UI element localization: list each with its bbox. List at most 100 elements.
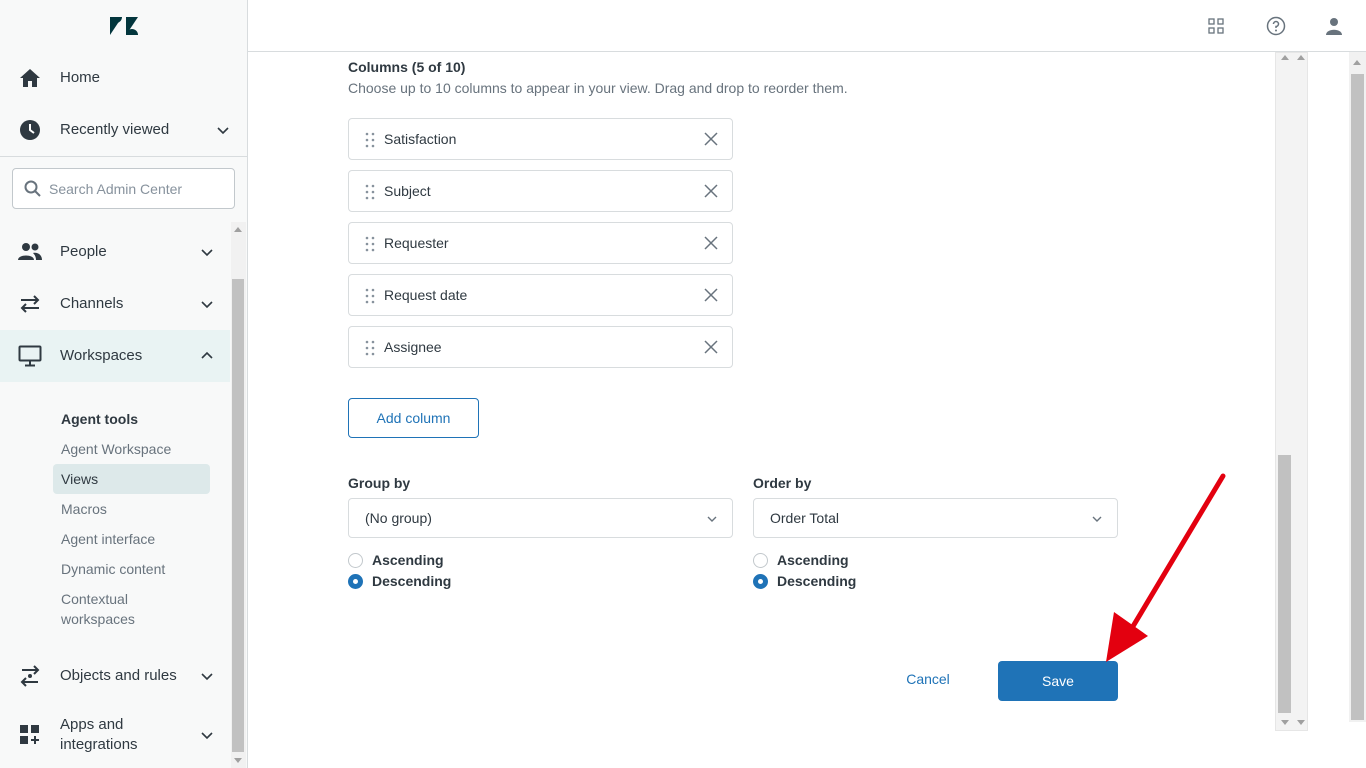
channels-icon — [18, 292, 42, 316]
sub-item-contextual-workspaces[interactable]: Contextual workspaces — [53, 589, 173, 629]
radio-label: Ascending — [372, 552, 444, 568]
scroll-down-arrow[interactable] — [1281, 720, 1289, 725]
sidebar-scroll-thumb[interactable] — [232, 279, 244, 752]
content-scrollbar[interactable] — [1275, 52, 1308, 731]
column-row[interactable]: Subject — [348, 170, 733, 212]
chevron-down-icon — [217, 127, 229, 135]
monitor-icon — [18, 344, 42, 368]
top-bar — [248, 0, 1366, 52]
nav-workspaces-label: Workspaces — [60, 347, 143, 364]
column-label: Requester — [384, 235, 449, 251]
scroll-up-arrow[interactable] — [234, 227, 242, 232]
drag-handle-icon[interactable] — [365, 235, 375, 253]
nav-recently-viewed-label: Recently viewed — [60, 121, 170, 138]
column-label: Subject — [384, 183, 431, 199]
scroll-down-arrow[interactable] — [1297, 720, 1305, 725]
radio-label: Ascending — [777, 552, 849, 568]
remove-column-icon[interactable] — [702, 234, 720, 252]
radio-circle[interactable] — [348, 573, 363, 589]
search-icon — [24, 180, 41, 197]
agent-tools-heading: Agent tools — [61, 411, 138, 427]
group-by-label: Group by — [348, 475, 411, 491]
sidebar: Home Recently viewed People Channels Wor… — [0, 0, 248, 768]
column-row[interactable]: Assignee — [348, 326, 733, 368]
sub-item-macros[interactable]: Macros — [53, 499, 210, 519]
nav-objects-and-rules[interactable]: Objects and rules — [0, 650, 230, 702]
content-scroll-thumb[interactable] — [1278, 455, 1291, 713]
view-editor-main: Columns (5 of 10) Choose up to 10 column… — [248, 52, 1274, 768]
nav-home-label: Home — [60, 69, 101, 86]
remove-column-icon[interactable] — [702, 286, 720, 304]
chevron-up-icon — [201, 351, 213, 359]
radio-label: Descending — [372, 573, 452, 589]
chevron-down-icon — [201, 673, 213, 681]
add-column-button[interactable]: Add column — [348, 398, 479, 438]
order-by-select[interactable]: Order Total — [753, 498, 1118, 538]
help-icon[interactable] — [1264, 14, 1288, 38]
home-icon — [18, 66, 42, 90]
user-icon[interactable] — [1322, 14, 1346, 38]
column-row[interactable]: Request date — [348, 274, 733, 316]
chevron-down-icon — [1092, 516, 1102, 522]
page-scrollbar[interactable] — [1349, 52, 1366, 722]
zendesk-logo[interactable] — [109, 14, 139, 38]
remove-column-icon[interactable] — [702, 338, 720, 356]
column-label: Assignee — [384, 339, 442, 355]
admin-search — [12, 168, 235, 209]
scroll-down-arrow[interactable] — [234, 758, 242, 763]
remove-column-icon[interactable] — [702, 182, 720, 200]
columns-title: Columns (5 of 10) — [348, 59, 466, 75]
column-label: Satisfaction — [384, 131, 457, 147]
radio-label: Descending — [777, 573, 857, 589]
chevron-down-icon — [201, 249, 213, 257]
drag-handle-icon[interactable] — [365, 183, 375, 201]
clock-icon — [18, 118, 42, 142]
radio-circle[interactable] — [348, 552, 363, 568]
column-row[interactable]: Requester — [348, 222, 733, 264]
products-grid-icon[interactable] — [1204, 14, 1228, 38]
columns-description: Choose up to 10 columns to appear in you… — [348, 80, 848, 96]
sub-item-agent-interface[interactable]: Agent interface — [53, 529, 210, 549]
chevron-down-icon — [707, 516, 717, 522]
nav-objects-and-rules-label: Objects and rules — [60, 667, 177, 684]
scroll-up-arrow[interactable] — [1297, 55, 1305, 60]
drag-handle-icon[interactable] — [365, 131, 375, 149]
radio-circle[interactable] — [753, 552, 768, 568]
sidebar-divider — [0, 156, 248, 157]
nav-apps-and-integrations-label: Apps and integrations — [60, 716, 138, 753]
cancel-button[interactable]: Cancel — [888, 671, 968, 691]
nav-recently-viewed[interactable]: Recently viewed — [0, 104, 230, 156]
scroll-up-arrow[interactable] — [1281, 55, 1289, 60]
column-label: Request date — [384, 287, 468, 303]
nav-people-label: People — [60, 243, 107, 260]
apps-icon — [18, 723, 42, 747]
sub-item-views[interactable]: Views — [53, 464, 210, 494]
save-button[interactable]: Save — [998, 661, 1118, 701]
group-by-select[interactable]: (No group) — [348, 498, 733, 538]
order-by-descending-radio[interactable]: Descending — [753, 573, 856, 589]
page-scroll-thumb[interactable] — [1351, 74, 1364, 720]
group-by-descending-radio[interactable]: Descending — [348, 573, 451, 589]
nav-channels[interactable]: Channels — [0, 278, 230, 330]
search-input[interactable] — [49, 178, 229, 200]
chevron-down-icon — [201, 732, 213, 740]
radio-circle[interactable] — [753, 573, 768, 589]
nav-people[interactable]: People — [0, 226, 230, 278]
nav-workspaces[interactable]: Workspaces — [0, 330, 230, 382]
people-icon — [18, 240, 42, 264]
column-row[interactable]: Satisfaction — [348, 118, 733, 160]
sub-item-dynamic-content[interactable]: Dynamic content — [53, 559, 210, 579]
sidebar-scrollbar[interactable] — [231, 222, 246, 768]
scroll-up-arrow[interactable] — [1353, 60, 1361, 65]
group-by-ascending-radio[interactable]: Ascending — [348, 552, 444, 568]
nav-home[interactable]: Home — [0, 52, 230, 104]
sub-item-agent-workspace[interactable]: Agent Workspace — [53, 439, 210, 459]
nav-channels-label: Channels — [60, 295, 124, 312]
objects-rules-icon — [18, 664, 42, 688]
drag-handle-icon[interactable] — [365, 339, 375, 357]
nav-apps-and-integrations[interactable]: Apps and integrations — [0, 705, 230, 765]
order-by-ascending-radio[interactable]: Ascending — [753, 552, 849, 568]
drag-handle-icon[interactable] — [365, 287, 375, 305]
remove-column-icon[interactable] — [702, 130, 720, 148]
order-by-value: Order Total — [770, 510, 839, 526]
